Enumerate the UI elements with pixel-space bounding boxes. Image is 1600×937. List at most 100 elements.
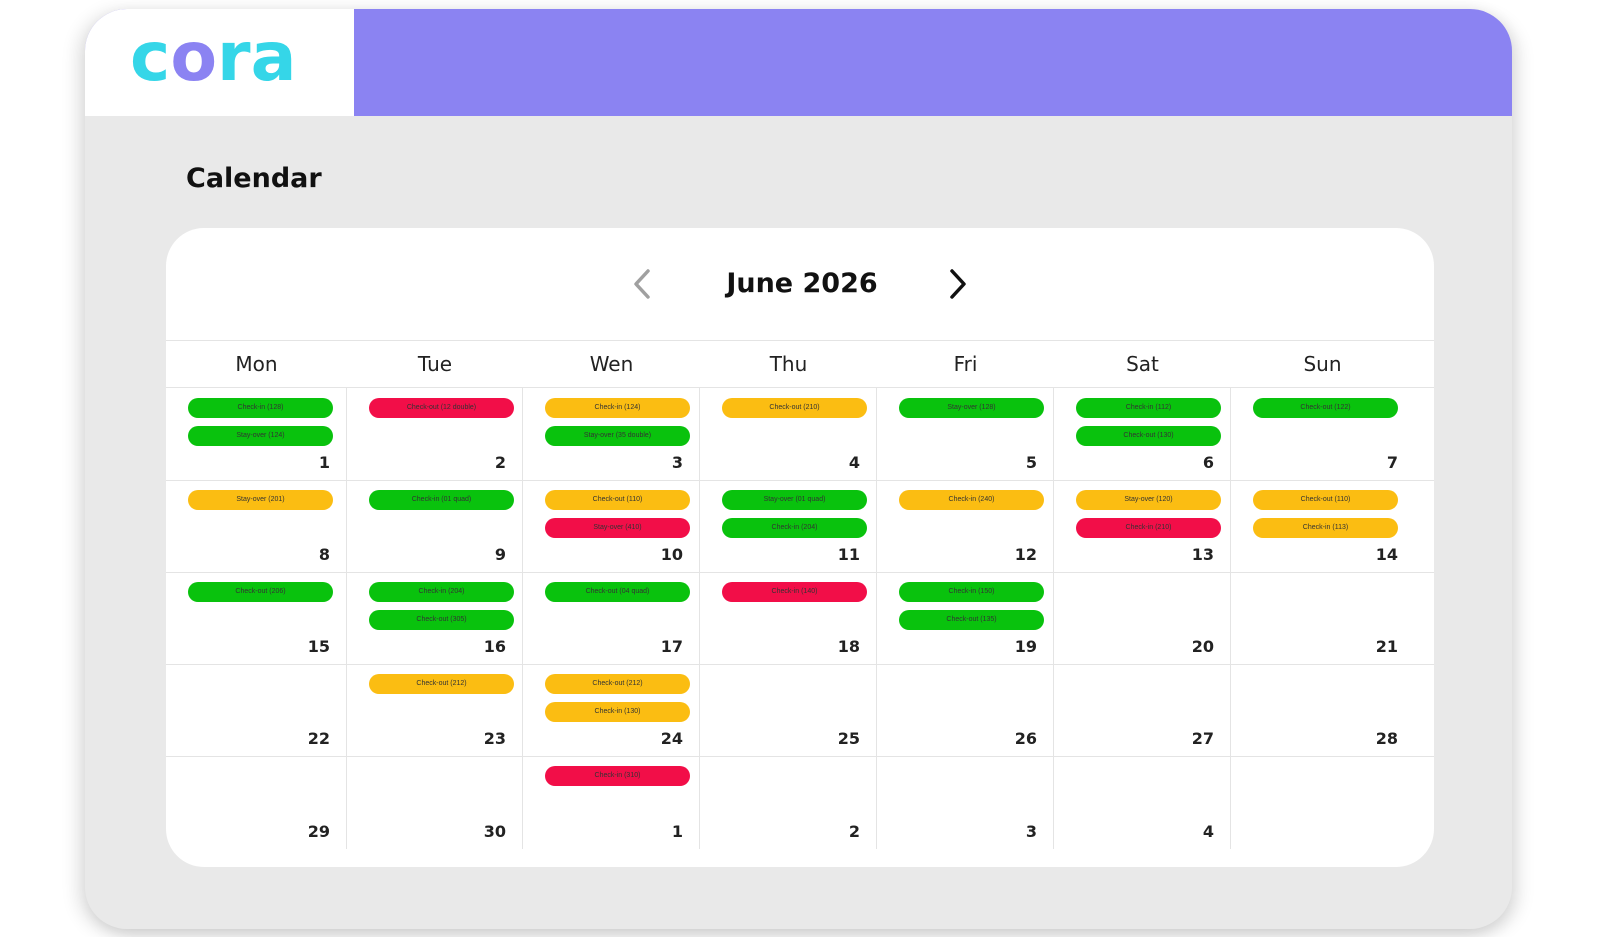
event-list: Check-in (140) <box>722 582 867 602</box>
day-cell[interactable]: 30 <box>347 756 523 849</box>
event-list: Check-in (240) <box>899 490 1044 510</box>
month-label: June 2026 <box>726 268 878 299</box>
day-cell[interactable]: 25 <box>700 664 877 756</box>
event-pill[interactable]: Stay-over (410) <box>545 518 690 538</box>
app-window: cora Calendar June 2026 Mon Tue Wen Thu Fri S… <box>85 9 1512 929</box>
event-pill[interactable]: Check-out (110) <box>545 490 690 510</box>
event-list: Check-in (124) Stay-over (35 double) <box>545 398 690 446</box>
week-row: Stay-over (201) 8 Check-in (01 quad) 9 Check… <box>166 480 1434 573</box>
week-row: 22 Check-out (212) 23 Check-out (212) Check-… <box>166 664 1434 757</box>
event-list: Check-out (212) Check-in (130) <box>545 674 690 722</box>
event-pill[interactable]: Check-out (210) <box>722 398 867 418</box>
calendar-card: June 2026 Mon Tue Wen Thu Fri Sat Sun Check-in… <box>166 228 1434 867</box>
day-cell[interactable]: Stay-over (120) Check-in (210) 13 <box>1054 480 1231 572</box>
day-cell[interactable]: 27 <box>1054 664 1231 756</box>
event-pill[interactable]: Check-out (135) <box>899 610 1044 630</box>
logo-area: cora <box>85 9 354 116</box>
event-pill[interactable]: Check-out (110) <box>1253 490 1398 510</box>
event-list: Check-in (204) Check-out (305) <box>369 582 514 630</box>
day-cell[interactable]: 26 <box>877 664 1054 756</box>
event-list: Check-out (110) Stay-over (410) <box>545 490 690 538</box>
day-cell[interactable] <box>1231 756 1414 849</box>
day-cell[interactable]: 2 <box>700 756 877 849</box>
day-number: 9 <box>494 545 506 564</box>
event-pill[interactable]: Check-in (204) <box>722 518 867 538</box>
event-pill[interactable]: Check-out (305) <box>369 610 514 630</box>
day-cell[interactable]: Check-out (110) Check-in (113) 14 <box>1231 480 1414 572</box>
event-pill[interactable]: Check-in (240) <box>899 490 1044 510</box>
weekday-tue: Tue <box>417 352 453 376</box>
event-pill[interactable]: Check-in (150) <box>899 582 1044 602</box>
day-cell[interactable]: 21 <box>1231 572 1414 664</box>
event-list: Stay-over (01 quad) Check-in (204) <box>722 490 867 538</box>
day-cell[interactable]: Check-in (150) Check-out (135) 19 <box>877 572 1054 664</box>
day-number: 24 <box>660 729 683 748</box>
day-number: 30 <box>483 822 506 841</box>
event-pill[interactable]: Stay-over (201) <box>188 490 333 510</box>
event-pill[interactable]: Check-in (01 quad) <box>369 490 514 510</box>
event-pill[interactable]: Stay-over (01 quad) <box>722 490 867 510</box>
event-pill[interactable]: Check-in (112) <box>1076 398 1221 418</box>
event-pill[interactable]: Check-in (113) <box>1253 518 1398 538</box>
day-cell[interactable]: Check-in (204) Check-out (305) 16 <box>347 572 523 664</box>
day-cell[interactable]: Check-out (110) Stay-over (410) 10 <box>523 480 700 572</box>
day-cell[interactable]: Stay-over (201) 8 <box>166 480 347 572</box>
day-cell[interactable]: Check-out (210) 4 <box>700 388 877 480</box>
day-number: 14 <box>1375 545 1398 564</box>
day-cell[interactable]: 4 <box>1054 756 1231 849</box>
day-number: 27 <box>1191 729 1214 748</box>
event-pill[interactable]: Check-in (140) <box>722 582 867 602</box>
event-pill[interactable]: Stay-over (120) <box>1076 490 1221 510</box>
day-number: 26 <box>1014 729 1037 748</box>
event-pill[interactable]: Check-out (130) <box>1076 426 1221 446</box>
event-pill[interactable]: Stay-over (128) <box>899 398 1044 418</box>
event-pill[interactable]: Check-in (128) <box>188 398 333 418</box>
event-pill[interactable]: Check-out (212) <box>369 674 514 694</box>
event-pill[interactable]: Check-in (204) <box>369 582 514 602</box>
day-cell[interactable]: Check-in (310) 1 <box>523 756 700 849</box>
day-cell[interactable]: 29 <box>166 756 347 849</box>
day-cell[interactable]: 22 <box>166 664 347 756</box>
event-pill[interactable]: Check-in (310) <box>545 766 690 786</box>
next-month-button[interactable] <box>941 264 975 304</box>
day-cell[interactable]: Check-in (01 quad) 9 <box>347 480 523 572</box>
day-cell[interactable]: Check-out (122) 7 <box>1231 388 1414 480</box>
day-number: 5 <box>1025 453 1037 472</box>
event-list: Check-out (212) <box>369 674 514 694</box>
day-cell[interactable]: Check-out (212) Check-in (130) 24 <box>523 664 700 756</box>
weekday-thu: Thu <box>769 352 808 376</box>
day-cell[interactable]: Check-out (04 quad) 17 <box>523 572 700 664</box>
day-number: 1 <box>318 453 330 472</box>
event-pill[interactable]: Stay-over (124) <box>188 426 333 446</box>
day-cell[interactable]: Check-in (112) Check-out (130) 6 <box>1054 388 1231 480</box>
event-pill[interactable]: Check-out (12 double) <box>369 398 514 418</box>
event-pill[interactable]: Check-in (130) <box>545 702 690 722</box>
day-number: 23 <box>483 729 506 748</box>
event-pill[interactable]: Check-out (212) <box>545 674 690 694</box>
day-number: 12 <box>1014 545 1037 564</box>
event-pill[interactable]: Check-in (210) <box>1076 518 1221 538</box>
event-pill[interactable]: Check-in (124) <box>545 398 690 418</box>
event-pill[interactable]: Check-out (206) <box>188 582 333 602</box>
day-cell[interactable]: Check-in (124) Stay-over (35 double) 3 <box>523 388 700 480</box>
day-cell[interactable]: Check-out (212) 23 <box>347 664 523 756</box>
event-pill[interactable]: Stay-over (35 double) <box>545 426 690 446</box>
day-cell[interactable]: Check-out (12 double) 2 <box>347 388 523 480</box>
day-number: 7 <box>1386 453 1398 472</box>
day-cell[interactable]: 3 <box>877 756 1054 849</box>
day-number: 29 <box>307 822 330 841</box>
day-cell[interactable]: Check-in (240) 12 <box>877 480 1054 572</box>
event-list: Check-out (12 double) <box>369 398 514 418</box>
day-cell[interactable]: Stay-over (128) 5 <box>877 388 1054 480</box>
event-list: Check-out (206) <box>188 582 333 602</box>
event-list: Check-out (210) <box>722 398 867 418</box>
day-number: 13 <box>1191 545 1214 564</box>
day-cell[interactable]: 20 <box>1054 572 1231 664</box>
day-cell[interactable]: Stay-over (01 quad) Check-in (204) 11 <box>700 480 877 572</box>
day-cell[interactable]: Check-out (206) 15 <box>166 572 347 664</box>
day-cell[interactable]: Check-in (140) 18 <box>700 572 877 664</box>
event-pill[interactable]: Check-out (04 quad) <box>545 582 690 602</box>
day-cell[interactable]: Check-in (128) Stay-over (124) 1 <box>166 388 347 480</box>
day-cell[interactable]: 28 <box>1231 664 1414 756</box>
event-pill[interactable]: Check-out (122) <box>1253 398 1398 418</box>
